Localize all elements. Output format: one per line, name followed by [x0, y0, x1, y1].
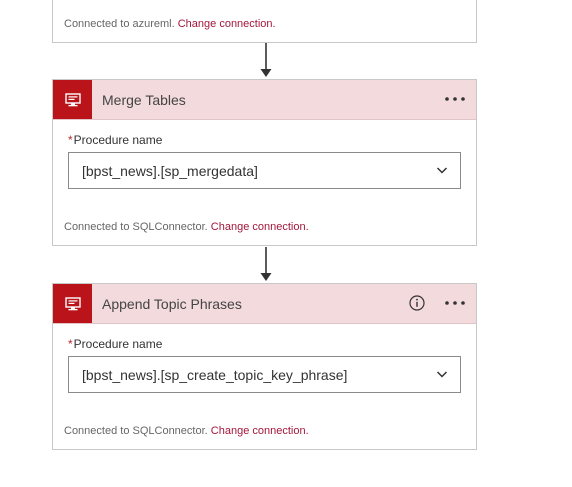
procedure-name-label: *Procedure name — [68, 133, 162, 147]
chevron-down-icon — [436, 371, 448, 378]
connection-text: Connected to azureml. — [64, 18, 175, 30]
procedure-name-dropdown[interactable]: [bpst_news].[sp_mergedata] — [68, 152, 461, 189]
sql-connector-icon — [53, 284, 92, 323]
sql-connector-icon — [53, 80, 92, 119]
change-connection-link[interactable]: Change connection. — [178, 18, 276, 30]
connection-footer: Connected to SQLConnector. Change connec… — [64, 221, 309, 233]
chevron-down-icon — [436, 167, 448, 174]
procedure-name-dropdown[interactable]: [bpst_news].[sp_create_topic_key_phrase] — [68, 356, 461, 393]
field-label-text: Procedure name — [73, 133, 163, 147]
append-topic-phrases-header[interactable]: Append Topic Phrases — [53, 284, 476, 324]
connection-footer: Connected to SQLConnector. Change connec… — [64, 425, 309, 437]
azureml-action-card: Connected to azureml. Change connection. — [52, 0, 477, 43]
flow-arrow-down-icon — [260, 247, 272, 281]
required-mark: * — [68, 337, 73, 351]
more-options-button[interactable] — [444, 90, 466, 108]
procedure-name-label: *Procedure name — [68, 337, 162, 351]
selected-procedure: [bpst_news].[sp_create_topic_key_phrase] — [82, 367, 348, 383]
connection-text: Connected to SQLConnector. — [64, 425, 208, 437]
change-connection-link[interactable]: Change connection. — [211, 425, 309, 437]
merge-tables-header[interactable]: Merge Tables — [53, 80, 476, 120]
selected-procedure: [bpst_news].[sp_mergedata] — [82, 163, 258, 179]
change-connection-link[interactable]: Change connection. — [211, 221, 309, 233]
connection-footer: Connected to azureml. Change connection. — [64, 18, 276, 30]
field-label-text: Procedure name — [73, 337, 163, 351]
flow-canvas: Connected to azureml. Change connection.… — [0, 0, 572, 487]
merge-tables-card: Merge Tables *Procedure name [bpst_news]… — [52, 79, 477, 246]
info-icon[interactable] — [409, 295, 425, 311]
more-options-button[interactable] — [444, 294, 466, 312]
append-topic-phrases-card: Append Topic Phrases *Procedure name [bp… — [52, 283, 477, 450]
flow-arrow-down-icon — [260, 43, 272, 77]
ellipsis-icon — [445, 301, 465, 305]
ellipsis-icon — [445, 97, 465, 101]
card-title: Merge Tables — [102, 92, 186, 108]
connection-text: Connected to SQLConnector. — [64, 221, 208, 233]
required-mark: * — [68, 133, 73, 147]
card-title: Append Topic Phrases — [102, 296, 242, 312]
